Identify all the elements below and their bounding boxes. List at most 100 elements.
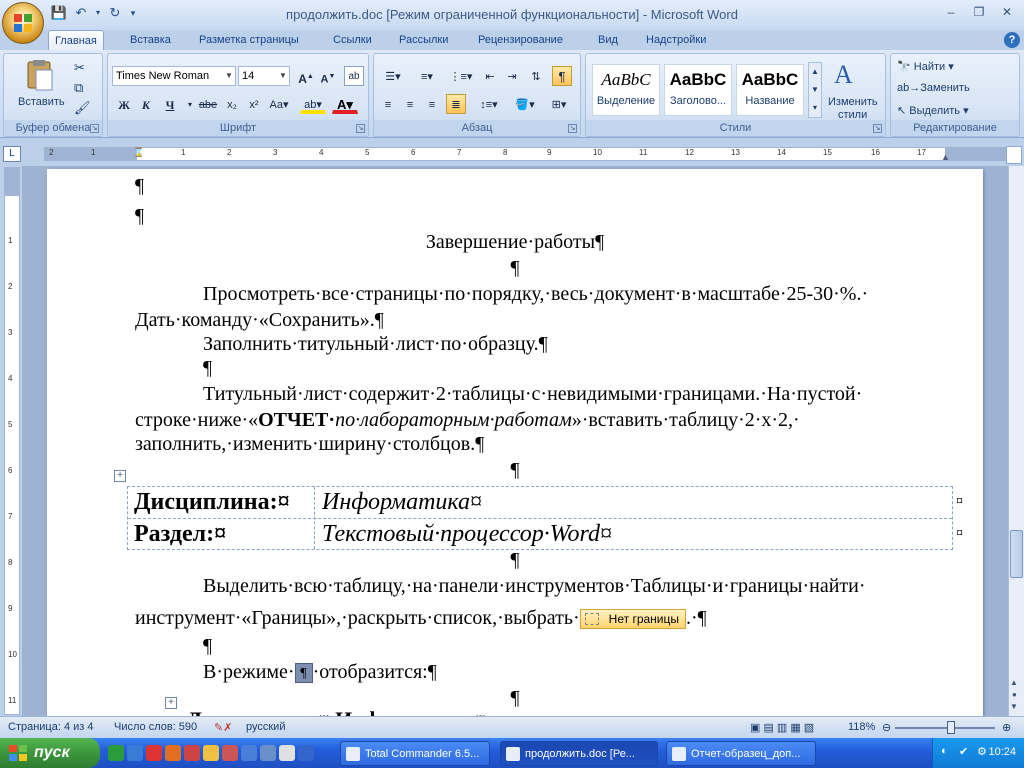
- sort-icon[interactable]: ⇅: [526, 66, 546, 86]
- tray-icon[interactable]: ◐: [941, 745, 948, 757]
- align-left-icon[interactable]: ≡: [378, 94, 398, 114]
- align-right-icon[interactable]: ≡: [422, 94, 442, 114]
- close-icon[interactable]: ✕: [994, 3, 1020, 21]
- styles-scroll[interactable]: ▲ ▼ ▾: [808, 62, 822, 118]
- app-icon[interactable]: [165, 745, 181, 761]
- empty-paragraph[interactable]: ¶: [47, 459, 983, 482]
- empty-paragraph[interactable]: ¶: [135, 175, 144, 198]
- tray-icon[interactable]: ✔: [959, 745, 968, 758]
- italic-button[interactable]: К: [136, 94, 156, 114]
- table-move-handle-icon[interactable]: +: [114, 470, 126, 482]
- styles-launcher-icon[interactable]: ↘: [873, 124, 882, 133]
- vertical-ruler[interactable]: 1 2 3 4 5 6 7 8 9 10 11: [4, 167, 20, 715]
- paragraph-line[interactable]: Просмотреть·все·страницы·по·порядку,·вес…: [203, 283, 868, 306]
- change-styles-button[interactable]: Изменить: [828, 96, 878, 108]
- table-cell[interactable]: Дисциплина:¤: [134, 487, 290, 519]
- select-button[interactable]: ↖ Выделить ▾: [897, 104, 969, 117]
- tab-references[interactable]: Ссылки: [327, 30, 378, 51]
- subscript-icon[interactable]: x₂: [222, 94, 242, 114]
- scrollbar-thumb[interactable]: [1010, 530, 1023, 578]
- grow-font-icon[interactable]: A▲: [296, 66, 316, 86]
- help-icon[interactable]: ?: [1004, 32, 1020, 48]
- right-indent-marker-icon[interactable]: ▲: [941, 152, 950, 162]
- task-word-report[interactable]: Отчет-образец_доп...: [666, 741, 816, 766]
- superscript-icon[interactable]: x²: [244, 94, 264, 114]
- paragraph-line[interactable]: Титульный·лист·содержит·2·таблицы·с·неви…: [203, 383, 862, 406]
- tab-insert[interactable]: Вставка: [124, 30, 177, 51]
- replace-button[interactable]: ab→Заменить: [897, 82, 970, 94]
- decrease-indent-icon[interactable]: ⇤: [480, 66, 500, 86]
- restore-icon[interactable]: ❐: [966, 3, 992, 21]
- prev-page-icon[interactable]: ▲: [1010, 678, 1018, 687]
- paragraph-line[interactable]: заполнить,·изменить·ширину·столбцов.¶: [135, 433, 484, 456]
- paragraph-line[interactable]: Выделить·всю·таблицу,·на·панели·инструме…: [203, 575, 866, 598]
- style-title[interactable]: AaBbC Название: [736, 64, 804, 116]
- clear-formatting-icon[interactable]: ab: [344, 66, 364, 86]
- start-button[interactable]: пуск: [0, 738, 100, 768]
- clock[interactable]: 10:24: [988, 746, 1016, 758]
- table-cell[interactable]: Информатика¤: [322, 487, 482, 519]
- show-marks-button[interactable]: ¶: [552, 66, 572, 86]
- proofing-icon[interactable]: ✎✗: [214, 721, 232, 734]
- numbering-icon[interactable]: ≡▾: [412, 66, 442, 86]
- change-case-icon[interactable]: Aa▾: [266, 94, 292, 114]
- table-move-handle-icon[interactable]: +: [165, 697, 177, 709]
- task-total-commander[interactable]: Total Commander 6.5...: [340, 741, 490, 766]
- paragraph-line[interactable]: Дать·команду·«Сохранить».¶: [135, 309, 384, 332]
- paragraph-line[interactable]: Заполнить·титульный·лист·по·образцу.¶: [203, 333, 548, 356]
- underline-button[interactable]: Ч: [160, 94, 180, 114]
- tab-selector-icon[interactable]: L: [3, 146, 21, 162]
- document-page[interactable]: ¶ ¶ Завершение·работы¶ ¶ Просмотреть·все…: [47, 169, 983, 716]
- clipboard-launcher-icon[interactable]: ↘: [90, 124, 99, 133]
- borders-icon[interactable]: ⊞▾: [544, 94, 574, 114]
- app-icon[interactable]: [279, 745, 295, 761]
- chevron-down-icon[interactable]: ▼: [277, 67, 289, 85]
- highlight-icon[interactable]: ab▾: [300, 94, 326, 114]
- app-icon[interactable]: [260, 745, 276, 761]
- paste-icon[interactable]: [22, 58, 58, 92]
- empty-paragraph[interactable]: ¶: [47, 257, 983, 280]
- zoom-in-icon[interactable]: ⊕: [1002, 721, 1011, 734]
- folder-icon[interactable]: [203, 745, 219, 761]
- paragraph-launcher-icon[interactable]: ↘: [568, 124, 577, 133]
- bullets-icon[interactable]: ☰▾: [378, 66, 408, 86]
- paragraph-line[interactable]: строке·ниже·«ОТЧЕТ·по·лабораторным·работ…: [135, 409, 800, 432]
- tab-mailings[interactable]: Рассылки: [393, 30, 454, 51]
- browser-icon[interactable]: [108, 745, 124, 761]
- vertical-scrollbar[interactable]: ▲ ● ▼: [1008, 166, 1024, 716]
- next-page-icon[interactable]: ▼: [1010, 702, 1018, 711]
- language-flag-icon[interactable]: [241, 745, 257, 761]
- office-button[interactable]: [2, 2, 44, 44]
- multilevel-list-icon[interactable]: ⋮≡▾: [446, 66, 476, 86]
- minimize-icon[interactable]: –: [938, 3, 964, 21]
- horizontal-ruler[interactable]: 2 1 1 2 3 4 5 6 7 8 9 10 11 12 13 14 15 …: [44, 147, 1008, 162]
- select-browse-object-icon[interactable]: ●: [1012, 690, 1017, 699]
- shading-icon[interactable]: 🪣▾: [510, 94, 540, 114]
- page-count[interactable]: Страница: 4 из 4: [8, 721, 94, 733]
- word-count[interactable]: Число слов: 590: [114, 721, 197, 733]
- font-color-icon[interactable]: A▾: [332, 94, 358, 114]
- tab-review[interactable]: Рецензирование: [472, 30, 569, 51]
- line-spacing-icon[interactable]: ↕≡▾: [474, 94, 504, 114]
- partial-table-line[interactable]: Дисциплина:¤ Информатика¤: [187, 707, 486, 716]
- tab-page-layout[interactable]: Разметка страницы: [193, 30, 305, 51]
- style-heading[interactable]: AaBbC Заголово...: [664, 64, 732, 116]
- paragraph-line[interactable]: инструмент·«Границы»,·раскрыть·список,·в…: [135, 607, 707, 630]
- zoom-knob[interactable]: [947, 721, 955, 734]
- paste-button[interactable]: Вставить: [18, 96, 65, 108]
- empty-paragraph[interactable]: ¶: [203, 635, 212, 658]
- empty-paragraph[interactable]: ¶: [135, 205, 144, 228]
- indent-marker-icon[interactable]: ⌛: [133, 147, 144, 158]
- format-painter-icon[interactable]: 🖌: [74, 100, 91, 116]
- opera-icon[interactable]: [146, 745, 162, 761]
- table-cell[interactable]: Текстовый·процессор·Word¤: [322, 519, 612, 551]
- align-center-icon[interactable]: ≡: [400, 94, 420, 114]
- increase-indent-icon[interactable]: ⇥: [502, 66, 522, 86]
- view-ruler-icon[interactable]: [1006, 146, 1022, 164]
- explorer-icon[interactable]: [127, 745, 143, 761]
- empty-paragraph[interactable]: ¶: [47, 549, 983, 572]
- task-word-current[interactable]: продолжить.doc [Ре...: [500, 741, 658, 766]
- heading-line[interactable]: Завершение·работы¶: [47, 231, 983, 254]
- font-family-combo[interactable]: Times New Roman ▼: [112, 66, 236, 86]
- justify-icon[interactable]: ≣: [446, 94, 466, 114]
